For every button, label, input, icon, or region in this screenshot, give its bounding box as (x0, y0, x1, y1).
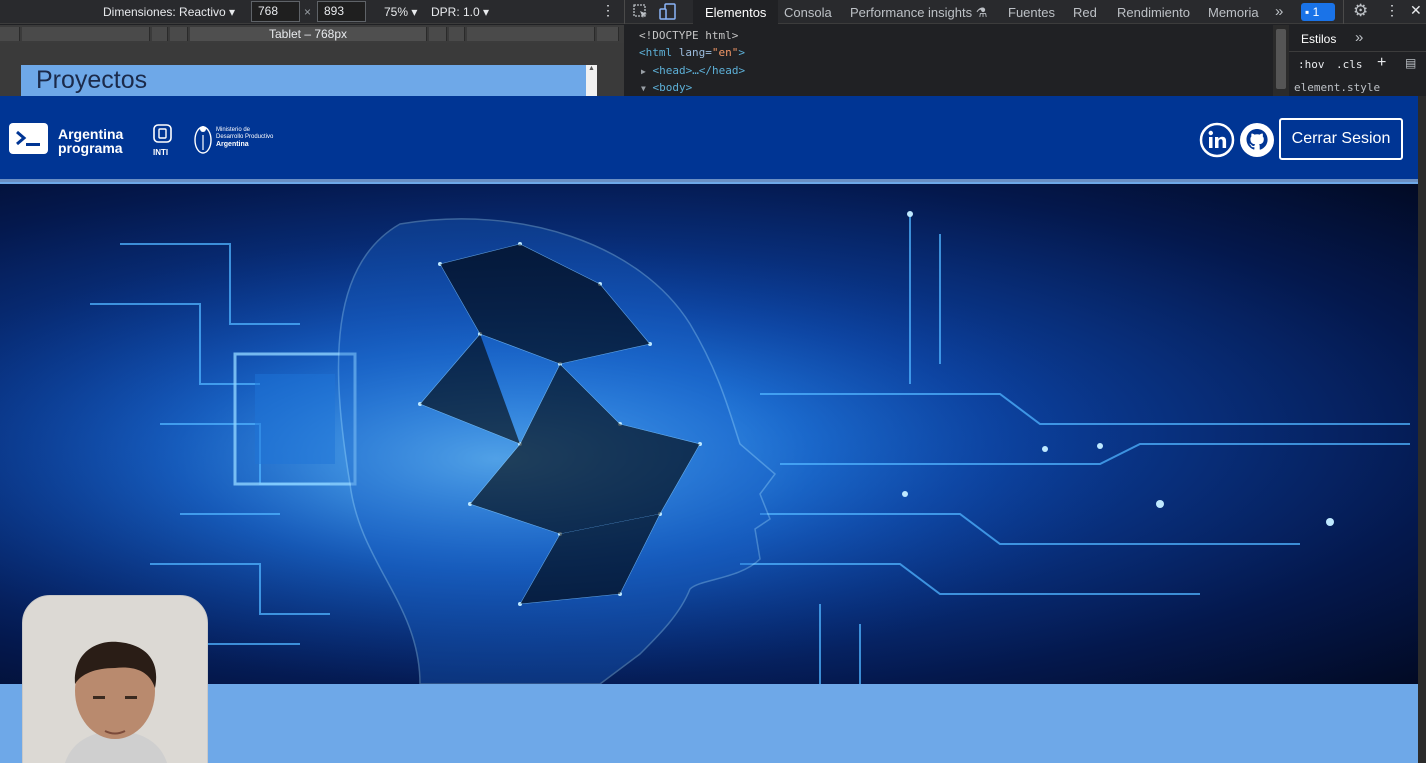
head-tag: <head>…</head> (652, 64, 746, 77)
more-options-icon[interactable]: ⋮ (601, 2, 615, 19)
logout-button[interactable]: Cerrar Sesion (1279, 118, 1403, 160)
inti-label: INTI (153, 148, 169, 157)
ministry-line3: Argentina (216, 141, 249, 148)
github-icon[interactable] (1239, 122, 1275, 158)
ruler-segment[interactable] (597, 27, 619, 41)
times-sign: × (304, 5, 312, 19)
html-node[interactable]: <html lang="en"> (639, 46, 745, 59)
head-node[interactable]: ▶ <head>…</head> (641, 64, 745, 77)
styles-panel: Estilos » :hov .cls + ▤ element.style (1289, 25, 1426, 96)
dimensions-label: Dimensiones: Reactivo (103, 5, 226, 19)
screen: Dimensiones: Reactivo ▾ 768 × 893 75% ▾ … (0, 0, 1426, 763)
zoom-label: 75% (384, 5, 409, 19)
height-input[interactable]: 893 (317, 1, 366, 22)
computed-toggle-icon[interactable]: ▤ (1405, 56, 1416, 70)
divider (1343, 0, 1344, 24)
flask-icon: ⚗ (975, 5, 988, 20)
brand-name-line1: Argentina (58, 126, 124, 142)
inti-emblem-icon (153, 124, 172, 143)
argentina-coat-of-arms-icon (193, 123, 213, 156)
dimensions-dropdown[interactable]: Dimensiones: Reactivo ▾ (103, 5, 235, 19)
devtools-toolbar: Dimensiones: Reactivo ▾ 768 × 893 75% ▾ … (0, 0, 1426, 24)
divider (624, 0, 625, 24)
ruler-segment[interactable] (467, 27, 595, 41)
device-ruler: Tablet – 768px (0, 25, 624, 43)
tab-elementos[interactable]: Elementos (693, 0, 779, 24)
elements-scrollbar[interactable] (1273, 25, 1289, 96)
tab-fuentes[interactable]: Fuentes (1008, 0, 1055, 24)
issues-count: 1 (1312, 5, 1320, 19)
collapse-arrow-icon[interactable]: ▼ (641, 84, 646, 93)
cls-toggle[interactable]: .cls (1336, 58, 1363, 71)
website-viewport: Argentina programa INTI Ministerio de De… (0, 96, 1418, 763)
html-lang-attr: lang= (672, 46, 712, 59)
page-scrollbar[interactable] (1418, 96, 1426, 763)
dpr-dropdown[interactable]: DPR: 1.0 ▾ (431, 5, 489, 19)
ruler-segment[interactable] (449, 27, 465, 41)
ministry-text: Ministerio de Desarrollo Productivo Arge… (216, 127, 273, 148)
element-style-rule[interactable]: element.style (1294, 81, 1380, 94)
inti-logo: INTI (152, 124, 174, 157)
profile-photo (22, 595, 208, 763)
html-open-tag: <html (639, 46, 673, 59)
doctype-node[interactable]: <!DOCTYPE html> (639, 29, 738, 42)
ruler-segment[interactable] (0, 27, 20, 41)
expand-arrow-icon[interactable]: ▶ (641, 67, 646, 76)
site-header: Argentina programa INTI Ministerio de De… (0, 96, 1418, 182)
terminal-logo-icon[interactable] (9, 123, 48, 154)
hov-toggle[interactable]: :hov (1298, 58, 1325, 71)
html-close-bracket: > (738, 46, 745, 59)
profile-person-image (23, 596, 207, 763)
tab-estilos[interactable]: Estilos (1301, 32, 1336, 46)
tab-consola[interactable]: Consola (784, 0, 832, 24)
tab-rendimiento[interactable]: Rendimiento (1117, 0, 1190, 24)
hero-banner (0, 184, 1418, 684)
devtools-menu-icon[interactable]: ⋮ (1385, 2, 1399, 19)
new-rule-button[interactable]: + (1377, 54, 1386, 72)
ministry-line2: Desarrollo Productivo (216, 134, 274, 140)
ai-head-illustration (0, 184, 1418, 684)
zoom-dropdown[interactable]: 75% ▾ (384, 5, 417, 19)
message-icon: ▪ (1305, 5, 1310, 19)
viewport-scrollbar[interactable]: ▲ (586, 65, 597, 96)
close-devtools-icon[interactable]: ✕ (1410, 2, 1422, 19)
elements-tree: <!DOCTYPE html> <html lang="en"> ▶ <head… (625, 25, 1273, 96)
ruler-segment[interactable] (170, 27, 188, 41)
brand-name[interactable]: Argentina programa (58, 127, 123, 155)
more-tabs-button[interactable]: » (1275, 0, 1283, 22)
scroll-up-icon[interactable]: ▲ (588, 65, 595, 72)
ruler-segment[interactable] (152, 27, 168, 41)
ruler-segment[interactable] (22, 27, 150, 41)
body-tag: <body> (652, 81, 693, 94)
issues-badge[interactable]: ▪ 1 (1301, 3, 1335, 21)
dpr-label: DPR: 1.0 (431, 5, 480, 19)
brand-name-line2: programa (58, 140, 123, 156)
section-title-proyectos: Proyectos (21, 65, 586, 96)
width-input[interactable]: 768 (251, 1, 300, 22)
settings-gear-icon[interactable]: ⚙ (1353, 1, 1368, 21)
styles-more-tabs[interactable]: » (1355, 29, 1363, 46)
tab-performance-label: Performance insights (850, 5, 973, 20)
body-node[interactable]: ▼ <body> (641, 81, 692, 94)
device-preset-label[interactable]: Tablet – 768px (190, 27, 427, 41)
tab-red[interactable]: Red (1073, 0, 1097, 24)
scroll-thumb[interactable] (1276, 29, 1286, 89)
linkedin-icon[interactable] (1199, 122, 1235, 158)
html-lang-value: "en" (711, 46, 739, 59)
tab-memoria[interactable]: Memoria (1208, 0, 1259, 24)
ministry-line1: Ministerio de (216, 127, 251, 133)
ruler-segment[interactable] (429, 27, 447, 41)
device-toolbar-icon[interactable] (659, 3, 677, 21)
tab-performance-insights[interactable]: Performance insights ⚗ (850, 0, 987, 24)
inspect-element-icon[interactable] (633, 4, 649, 20)
